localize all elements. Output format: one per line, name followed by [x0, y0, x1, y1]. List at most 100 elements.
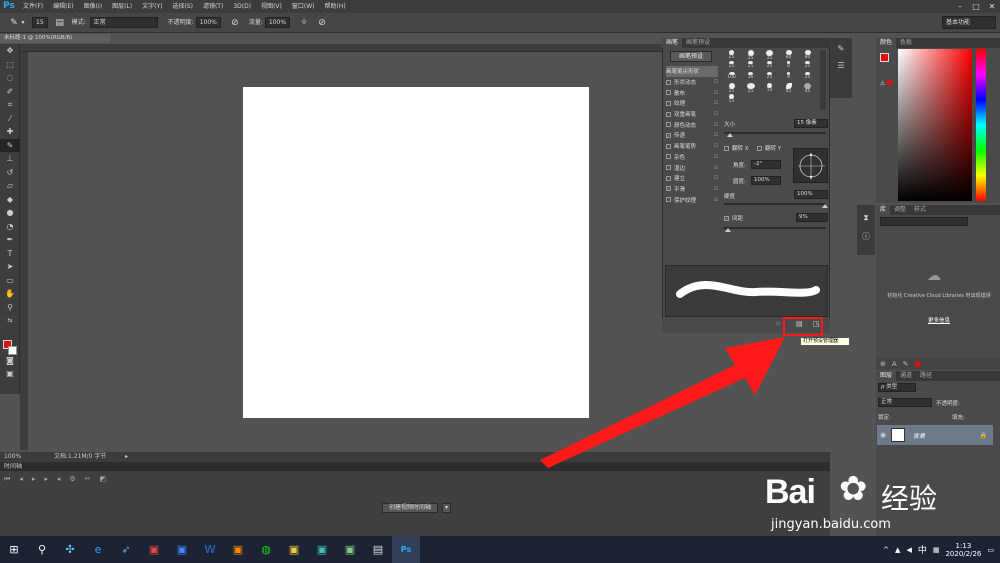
slider-knob[interactable]	[822, 204, 828, 208]
brush-panel-toggle-icon[interactable]: ▤	[54, 17, 66, 29]
size-field[interactable]: 15 像素	[794, 119, 828, 128]
menu-file[interactable]: 文件(F)	[18, 0, 48, 13]
history-icon[interactable]: ⧗	[857, 213, 875, 223]
minimize-icon[interactable]: –	[952, 0, 968, 13]
slider-knob[interactable]	[727, 133, 733, 137]
transition-icon[interactable]: ◩	[100, 475, 107, 484]
list-item[interactable]: 散布 ⊡	[666, 87, 718, 98]
notification-icon[interactable]: ▭	[987, 546, 994, 554]
dodge-tool-icon[interactable]: ◔	[0, 220, 20, 234]
color-picker-field[interactable]	[898, 49, 972, 201]
checkbox[interactable]	[666, 100, 671, 106]
properties-icon[interactable]: ☰	[830, 61, 852, 70]
eyedropper-tool-icon[interactable]: ⁄	[0, 112, 20, 126]
airbrush-icon[interactable]: ✧	[298, 17, 310, 29]
brush-tip[interactable]: 25	[798, 72, 817, 83]
tab-libraries[interactable]: 库	[876, 205, 891, 215]
list-item[interactable]: ✓ 传递 ⊡	[666, 130, 718, 141]
menu-edit[interactable]: 编辑(E)	[48, 0, 78, 13]
more-info-link[interactable]: 更多信息	[880, 316, 998, 324]
brush-tip[interactable]: 100	[722, 72, 741, 83]
list-item[interactable]: 纹理 ⊡	[666, 98, 718, 109]
size-slider[interactable]	[724, 132, 826, 134]
spacing-slider[interactable]	[724, 227, 826, 229]
layer-row[interactable]: ◉ 背景 🔒	[877, 425, 993, 445]
brush-tool-icon[interactable]: ✎	[8, 17, 20, 29]
app-orange-icon[interactable]: ▣	[224, 536, 252, 563]
list-item[interactable]: 建立 ⊡	[666, 173, 718, 184]
paint-bucket-tool-icon[interactable]: ◆	[0, 193, 20, 207]
document-tab[interactable]: 未标题-1 @ 100%(RGB/8)	[0, 34, 110, 43]
flip-x-row[interactable]: 翻转 X	[724, 144, 749, 152]
move-tool-icon[interactable]: ✥	[0, 44, 20, 58]
brush-tip[interactable]: 80	[779, 50, 798, 61]
healing-tool-icon[interactable]: ✚	[0, 125, 20, 139]
app-bird-icon[interactable]: ➶	[112, 536, 140, 563]
list-item[interactable]: 形状动态 ⊡	[666, 77, 718, 88]
foreground-color-swatch[interactable]	[880, 53, 889, 62]
tab-color[interactable]: 颜色	[876, 38, 897, 48]
checkbox[interactable]	[666, 165, 671, 171]
app-red-icon[interactable]: ▣	[140, 536, 168, 563]
checkbox-checked[interactable]: ✓	[724, 215, 729, 221]
checkbox[interactable]	[666, 111, 671, 117]
type-tool-icon[interactable]: T	[0, 247, 20, 261]
spacing-field[interactable]: 9%	[796, 213, 828, 222]
checkbox[interactable]	[666, 175, 671, 181]
checkbox[interactable]	[666, 197, 671, 203]
settings-icon[interactable]: ⚙	[69, 475, 75, 484]
crop-tool-icon[interactable]: ⌗	[0, 98, 20, 112]
pen-tool-icon[interactable]: ✒	[0, 233, 20, 247]
eye-icon[interactable]: ◉	[880, 431, 886, 439]
checkbox[interactable]	[666, 154, 671, 160]
quick-mask-icon[interactable]: ◙	[0, 354, 20, 368]
brush-tip[interactable]: 8	[779, 72, 798, 83]
status-menu-icon[interactable]: ▸	[125, 452, 128, 462]
workspace-select[interactable]: 基本功能	[942, 16, 996, 29]
lock-icon[interactable]: ⊡	[714, 90, 718, 96]
checkbox[interactable]	[724, 145, 729, 151]
library-select[interactable]	[880, 217, 968, 226]
zoom-level[interactable]: 100%	[4, 452, 21, 462]
maximize-icon[interactable]: □	[968, 0, 984, 13]
lock-icon[interactable]: ⊡	[714, 79, 718, 85]
app-yellow-icon[interactable]: ▣	[280, 536, 308, 563]
lock-icon[interactable]: ⊡	[714, 197, 718, 203]
spacing-row[interactable]: ✓ 间距	[724, 214, 743, 222]
checkbox[interactable]	[666, 79, 671, 85]
brush-tip[interactable]: 8	[779, 61, 798, 72]
app-pinwheel-icon[interactable]: ✣	[56, 536, 84, 563]
play-icon[interactable]: ▸	[32, 475, 36, 484]
text-style-icon[interactable]: A	[892, 360, 897, 368]
swap-colors-icon[interactable]: ⇆	[0, 314, 20, 328]
blur-tool-icon[interactable]: ●	[0, 206, 20, 220]
menu-filter[interactable]: 滤镜(T)	[198, 0, 228, 13]
next-frame-icon[interactable]: ▸	[44, 475, 48, 484]
tab-brush-presets[interactable]: 画笔预设	[682, 38, 714, 48]
list-item[interactable]: 颜色动态 ⊡	[666, 119, 718, 130]
tab-adjustments[interactable]: 调整	[890, 205, 910, 215]
pressure-opacity-icon[interactable]: ⊘	[229, 17, 241, 29]
brush-tool-icon[interactable]: ✎	[0, 138, 20, 152]
brush-presets-button[interactable]: 画笔预设	[670, 51, 712, 62]
hand-tool-icon[interactable]: ✋	[0, 287, 20, 301]
lock-icon[interactable]: ⊡	[714, 132, 718, 138]
checkbox-checked[interactable]: ✓	[666, 132, 671, 138]
brush-tip[interactable]: 25	[760, 61, 779, 72]
lock-icon[interactable]: ⊡	[714, 175, 718, 181]
hardness-field[interactable]: 100%	[794, 190, 828, 199]
path-select-tool-icon[interactable]: ➤	[0, 260, 20, 274]
start-icon[interactable]: ⊞	[0, 536, 28, 563]
hardness-slider[interactable]	[724, 203, 826, 205]
brush-tip[interactable]: 25	[741, 83, 760, 94]
lock-icon[interactable]: ⊡	[714, 165, 718, 171]
lasso-tool-icon[interactable]: ◌	[0, 71, 20, 85]
photoshop-taskbar-icon[interactable]: Ps	[392, 536, 420, 563]
app-doc-icon[interactable]: ▤	[364, 536, 392, 563]
app-image-icon[interactable]: ▣	[336, 536, 364, 563]
tab-channels[interactable]: 通道	[896, 371, 916, 381]
ime-grid-icon[interactable]: ▦	[933, 546, 940, 554]
list-item[interactable]: 保护纹理 ⊡	[666, 194, 718, 205]
checkbox[interactable]	[666, 122, 671, 128]
close-icon[interactable]: ✕	[984, 0, 1000, 13]
